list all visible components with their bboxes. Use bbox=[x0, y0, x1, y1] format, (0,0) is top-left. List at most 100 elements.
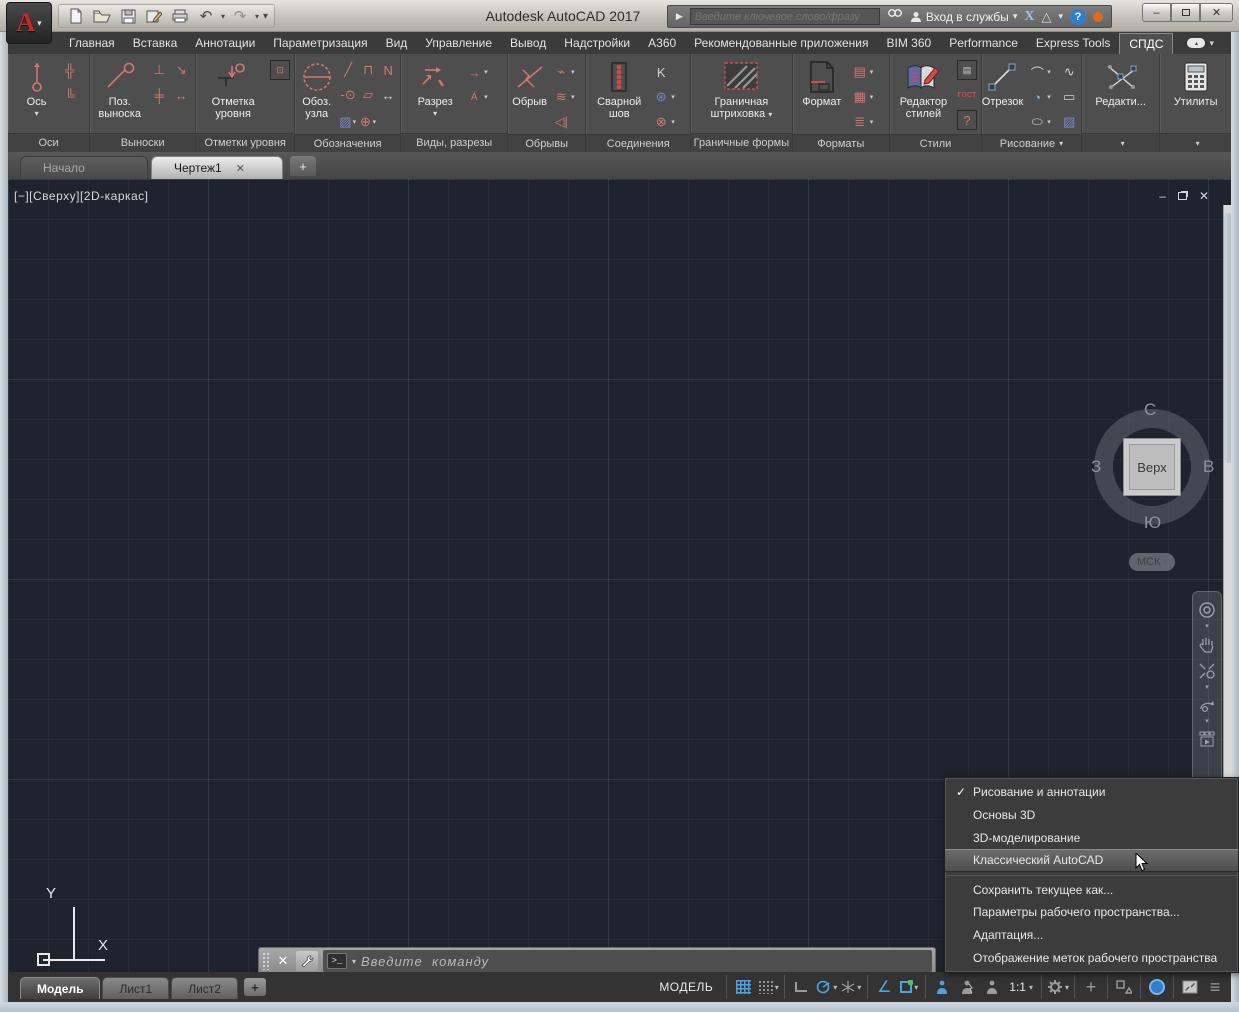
axis-mark-icon[interactable]: -⊙ bbox=[338, 85, 358, 105]
menu-item-customize[interactable]: Адаптация... bbox=[945, 924, 1238, 947]
tab-nadstroyki[interactable]: Надстройки bbox=[555, 33, 639, 53]
section-box-icon[interactable]: ▱ bbox=[358, 85, 378, 105]
panel-label-obryvy[interactable]: Обрывы bbox=[508, 134, 585, 152]
customization-menu-button[interactable]: ≡ bbox=[1204, 976, 1226, 998]
menu-item-save-current-as[interactable]: Сохранить текущее как... bbox=[945, 879, 1238, 902]
target-icon[interactable]: ⊕ bbox=[358, 112, 372, 132]
help-button[interactable]: ? bbox=[1070, 9, 1086, 25]
tab-annotacii[interactable]: Аннотации bbox=[186, 33, 264, 53]
tab-recommended-apps[interactable]: Рекомендованные приложения bbox=[685, 33, 877, 53]
redo-dropdown[interactable]: ▾ bbox=[255, 12, 259, 21]
axis-button[interactable]: Ось ▾ bbox=[18, 58, 56, 118]
isolate-objects-button[interactable] bbox=[1113, 976, 1135, 998]
undo-button[interactable]: ↶ bbox=[195, 6, 217, 26]
panel-label-utility[interactable]: ▾ bbox=[1160, 133, 1231, 152]
menu-item-display-workspace-labels[interactable]: Отображение меток рабочего пространства bbox=[945, 946, 1238, 969]
isodraft-button[interactable]: ▾ bbox=[840, 976, 862, 998]
circle-icon[interactable]: ◔ bbox=[1027, 87, 1047, 107]
north-arrow-icon[interactable]: N bbox=[378, 60, 398, 80]
object-snap-button[interactable]: ▾ bbox=[898, 976, 920, 998]
node-designation-button[interactable]: Обоз. узла bbox=[299, 58, 334, 120]
drawing-close-button[interactable]: ✕ bbox=[1199, 189, 1209, 203]
level-table-icon[interactable]: ⊡ bbox=[270, 60, 290, 80]
title-block-icon[interactable]: ▤ bbox=[850, 62, 870, 82]
viewport-controls-label[interactable]: [−][Сверху][2D-каркас] bbox=[14, 189, 149, 203]
table-icon[interactable]: ▦ bbox=[850, 87, 870, 107]
plot-button[interactable] bbox=[169, 6, 191, 26]
orbit-dropdown[interactable]: ▾ bbox=[1205, 720, 1209, 724]
level-mark-button[interactable]: Отметка уровня bbox=[200, 58, 266, 120]
exchange-apps-icon[interactable]: X bbox=[1024, 9, 1034, 25]
annotation-autoscale-button[interactable] bbox=[956, 976, 978, 998]
search-input[interactable] bbox=[690, 8, 880, 25]
minimize-button[interactable]: – bbox=[1142, 3, 1171, 22]
menu-item-workspace-settings[interactable]: Параметры рабочего пространства... bbox=[945, 901, 1238, 924]
tab-spds[interactable]: СПДС bbox=[1119, 33, 1173, 54]
tab-vid[interactable]: Вид bbox=[377, 33, 417, 53]
grid-display-button[interactable] bbox=[732, 976, 754, 998]
span-icon[interactable]: ↔ bbox=[378, 85, 398, 105]
spline-icon[interactable]: ∿ bbox=[1059, 62, 1079, 82]
view-cube-east[interactable]: В bbox=[1203, 457, 1214, 477]
view-cube-top-face[interactable]: Верх bbox=[1123, 438, 1181, 496]
slope-icon[interactable]: ╱ bbox=[338, 60, 358, 80]
panel-label-vynoski[interactable]: Выноски bbox=[90, 133, 195, 152]
ribbon-collapse-button[interactable]: ▴▾ bbox=[1187, 38, 1214, 49]
drawing-minimize-button[interactable]: – bbox=[1159, 189, 1166, 203]
tab-vstavka[interactable]: Вставка bbox=[124, 33, 187, 53]
edit-button[interactable]: Редакти... bbox=[1088, 58, 1154, 108]
chain-leader-icon[interactable]: ╪ bbox=[149, 85, 169, 105]
redo-button[interactable]: ↷ bbox=[229, 6, 251, 26]
tab-a360[interactable]: А360 bbox=[639, 33, 685, 53]
open-file-button[interactable] bbox=[91, 6, 113, 26]
annotation-monitor-button[interactable]: + bbox=[1080, 976, 1102, 998]
arc-icon[interactable]: ⌒ bbox=[1027, 62, 1047, 82]
new-file-button[interactable] bbox=[65, 6, 87, 26]
maximize-button[interactable] bbox=[1171, 3, 1200, 22]
wcs-dropdown[interactable]: МСК▾ bbox=[1129, 553, 1175, 571]
panel-label-osi[interactable]: Оси bbox=[8, 133, 89, 152]
rectangle-icon[interactable]: ▭ bbox=[1059, 87, 1079, 107]
ortho-mode-button[interactable] bbox=[790, 976, 812, 998]
workspace-switching-button[interactable]: ▾ bbox=[1047, 976, 1069, 998]
layout-tab-list2[interactable]: Лист2 bbox=[171, 977, 238, 999]
tab-bim360[interactable]: BIM 360 bbox=[878, 33, 941, 53]
object-snap-tracking-button[interactable]: ∠ bbox=[873, 976, 895, 998]
undo-dropdown[interactable]: ▾ bbox=[221, 12, 225, 21]
polar-tracking-button[interactable]: ▾ bbox=[815, 976, 837, 998]
command-line-settings-icon[interactable] bbox=[296, 951, 318, 971]
panel-label-redaktirovat[interactable]: ▾ bbox=[1082, 133, 1159, 152]
new-drawing-tab-button[interactable]: + bbox=[290, 156, 316, 176]
utilities-button[interactable]: Утилиты bbox=[1165, 58, 1227, 108]
panel-label-formaty[interactable]: Форматы bbox=[793, 134, 889, 152]
panel-label-stili[interactable]: Стили bbox=[890, 134, 981, 152]
help-style-icon[interactable]: ? bbox=[957, 110, 977, 130]
format-button[interactable]: Формат bbox=[798, 58, 846, 108]
save-as-button[interactable] bbox=[143, 6, 165, 26]
sign-in-button[interactable]: Вход в службы ▾ bbox=[910, 10, 1018, 24]
pipe-break-icon[interactable]: ◁| bbox=[551, 112, 571, 132]
view-cube-south[interactable]: Ю bbox=[1144, 513, 1161, 533]
curve-break-icon[interactable]: ≋ bbox=[551, 87, 571, 107]
pan-button[interactable] bbox=[1196, 632, 1218, 656]
region-hatch-icon[interactable]: ▨ bbox=[1059, 112, 1079, 132]
close-button[interactable]: ✕ bbox=[1200, 3, 1233, 22]
save-button[interactable] bbox=[117, 6, 139, 26]
application-menu-button[interactable]: A ▾ bbox=[6, 2, 52, 44]
axis-arc-icon[interactable]: ╚ bbox=[60, 85, 80, 105]
a360-icon[interactable]: △ bbox=[1041, 9, 1051, 25]
wheel-dropdown[interactable]: ▾ bbox=[1205, 625, 1209, 629]
line-segment-button[interactable]: Отрезок bbox=[982, 58, 1023, 108]
weld-seam-button[interactable]: Сварной шов bbox=[591, 58, 647, 120]
view-arrow-icon[interactable]: → bbox=[464, 62, 484, 82]
infocenter-expand-icon[interactable]: ▶ bbox=[676, 11, 683, 22]
arrow-leader-icon[interactable]: ↘ bbox=[171, 60, 191, 80]
close-tab-icon[interactable]: ✕ bbox=[236, 162, 245, 175]
break-button[interactable]: Обрыв bbox=[512, 58, 547, 108]
customize-qat-dropdown[interactable]: ▾ bbox=[263, 11, 268, 22]
annotation-visibility-button[interactable] bbox=[931, 976, 953, 998]
tab-upravlenie[interactable]: Управление bbox=[416, 33, 501, 53]
scrollbar-thumb[interactable] bbox=[1224, 213, 1231, 463]
new-layout-button[interactable]: + bbox=[244, 978, 266, 996]
snap-mode-button[interactable]: ▾ bbox=[757, 976, 779, 998]
